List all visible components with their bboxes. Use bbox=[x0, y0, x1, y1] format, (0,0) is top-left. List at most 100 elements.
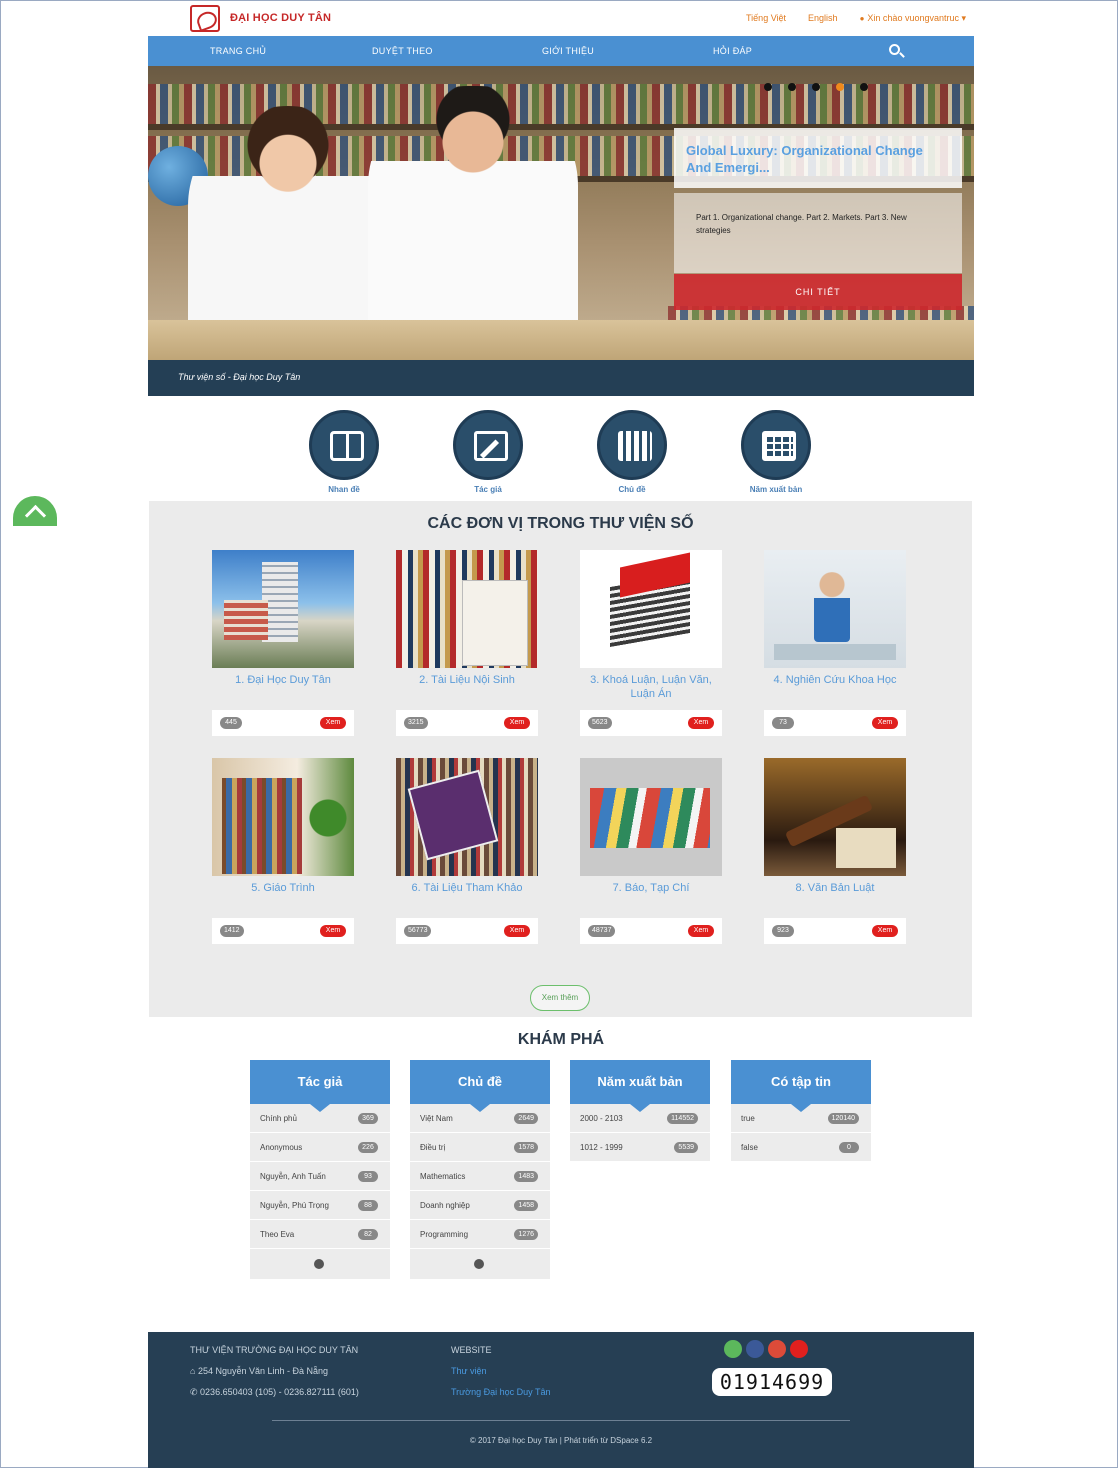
brand-name[interactable]: ĐẠI HỌC DUY TÂN bbox=[230, 12, 331, 24]
nav-faq[interactable]: HỎI ĐÁP bbox=[713, 46, 752, 56]
view-button[interactable]: Xem bbox=[320, 925, 346, 937]
calendar-icon[interactable] bbox=[741, 410, 811, 480]
plus-icon[interactable] bbox=[474, 1259, 484, 1269]
nav-browse[interactable]: DUYỆT THEO bbox=[372, 46, 433, 56]
facebook-icon[interactable] bbox=[746, 1340, 764, 1358]
facet-row[interactable]: 1012 - 1999 5539 bbox=[570, 1133, 710, 1162]
google-plus-icon[interactable] bbox=[768, 1340, 786, 1358]
library-link[interactable]: Thư viện bbox=[451, 1361, 550, 1382]
unit-thumbnail[interactable] bbox=[580, 550, 722, 668]
youtube-icon[interactable] bbox=[790, 1340, 808, 1358]
detail-button[interactable]: CHI TIẾT bbox=[674, 274, 962, 310]
view-button[interactable]: Xem bbox=[504, 717, 530, 729]
unit-thumbnail[interactable] bbox=[212, 758, 354, 876]
lang-vi-link[interactable]: Tiếng Việt bbox=[746, 13, 786, 24]
unit-label[interactable]: 8. Văn Bản Luật bbox=[764, 881, 906, 911]
facet-row[interactable]: Nguyễn, Phú Trọng 88 bbox=[250, 1191, 390, 1220]
unit-card[interactable]: 8. Văn Bản Luật 923 Xem bbox=[764, 758, 906, 944]
browse-title-label[interactable]: Nhan đề bbox=[299, 485, 389, 494]
slide-title[interactable]: Global Luxury: Organizational Change And… bbox=[674, 128, 962, 188]
facet-row[interactable]: Việt Nam 2649 bbox=[410, 1104, 550, 1133]
browse-author-label[interactable]: Tác giả bbox=[443, 485, 533, 494]
facet-label[interactable]: Mathematics bbox=[420, 1172, 465, 1181]
view-button[interactable]: Xem bbox=[872, 717, 898, 729]
browse-author[interactable]: Tác giả bbox=[443, 410, 533, 494]
edit-icon[interactable] bbox=[453, 410, 523, 480]
mail-icon[interactable] bbox=[724, 1340, 742, 1358]
unit-label[interactable]: 4. Nghiên Cứu Khoa Học bbox=[764, 673, 906, 703]
unit-thumbnail[interactable] bbox=[396, 550, 538, 668]
unit-card[interactable]: 4. Nghiên Cứu Khoa Học 73 Xem bbox=[764, 550, 906, 736]
university-logo-icon[interactable] bbox=[190, 5, 220, 32]
lang-en-link[interactable]: English bbox=[808, 13, 838, 24]
unit-thumbnail[interactable] bbox=[212, 550, 354, 668]
unit-thumbnail[interactable] bbox=[764, 550, 906, 668]
browse-year-label[interactable]: Năm xuất bản bbox=[731, 485, 821, 494]
facet-row[interactable]: Doanh nghiệp 1458 bbox=[410, 1191, 550, 1220]
unit-card[interactable]: 5. Giáo Trình 1412 Xem bbox=[212, 758, 354, 944]
facet-label[interactable]: true bbox=[741, 1114, 755, 1123]
books-icon[interactable] bbox=[597, 410, 667, 480]
facet-label[interactable]: Theo Eva bbox=[260, 1230, 294, 1239]
browse-year[interactable]: Năm xuất bản bbox=[731, 410, 821, 494]
facet-label[interactable]: Anonymous bbox=[260, 1143, 302, 1152]
unit-label[interactable]: 3. Khoá Luận, Luận Văn, Luận Án bbox=[580, 673, 722, 703]
facet-title[interactable]: Chủ đề bbox=[410, 1060, 550, 1112]
browse-title[interactable]: Nhan đề bbox=[299, 410, 389, 494]
facet-row[interactable]: true 120140 bbox=[731, 1104, 871, 1133]
browse-subject[interactable]: Chủ đề bbox=[587, 410, 677, 494]
facet-label[interactable]: Doanh nghiệp bbox=[420, 1201, 470, 1210]
unit-card[interactable]: 2. Tài Liệu Nội Sinh 3215 Xem bbox=[396, 550, 538, 736]
unit-label[interactable]: 5. Giáo Trình bbox=[212, 881, 354, 911]
facet-row[interactable]: Mathematics 1483 bbox=[410, 1162, 550, 1191]
facet-row[interactable]: Nguyễn, Anh Tuấn 93 bbox=[250, 1162, 390, 1191]
unit-label[interactable]: 6. Tài Liệu Tham Khảo bbox=[396, 881, 538, 911]
slide-dot[interactable] bbox=[812, 83, 820, 91]
slide-dot[interactable] bbox=[860, 83, 868, 91]
search-icon[interactable] bbox=[889, 44, 900, 55]
view-button[interactable]: Xem bbox=[872, 925, 898, 937]
unit-thumbnail[interactable] bbox=[396, 758, 538, 876]
unit-label[interactable]: 1. Đại Học Duy Tân bbox=[212, 673, 354, 703]
facet-title[interactable]: Tác giả bbox=[250, 1060, 390, 1112]
unit-label[interactable]: 7. Báo, Tạp Chí bbox=[580, 881, 722, 911]
slide-dot[interactable] bbox=[788, 83, 796, 91]
view-button[interactable]: Xem bbox=[320, 717, 346, 729]
facet-title[interactable]: Có tập tin bbox=[731, 1060, 871, 1112]
unit-card[interactable]: 6. Tài Liệu Tham Khảo 56773 Xem bbox=[396, 758, 538, 944]
view-button[interactable]: Xem bbox=[504, 925, 530, 937]
unit-thumbnail[interactable] bbox=[580, 758, 722, 876]
view-button[interactable]: Xem bbox=[688, 717, 714, 729]
facet-label[interactable]: Programming bbox=[420, 1230, 468, 1239]
facet-row[interactable]: Điều trị 1578 bbox=[410, 1133, 550, 1162]
facet-label[interactable]: Việt Nam bbox=[420, 1114, 453, 1123]
view-button[interactable]: Xem bbox=[688, 925, 714, 937]
facet-row[interactable]: 2000 - 2103 114552 bbox=[570, 1104, 710, 1133]
facet-label[interactable]: 1012 - 1999 bbox=[580, 1143, 623, 1152]
unit-thumbnail[interactable] bbox=[764, 758, 906, 876]
browse-subject-label[interactable]: Chủ đề bbox=[587, 485, 677, 494]
nav-home[interactable]: TRANG CHỦ bbox=[210, 46, 266, 56]
unit-card[interactable]: 1. Đại Học Duy Tân 445 Xem bbox=[212, 550, 354, 736]
facet-label[interactable]: Nguyễn, Anh Tuấn bbox=[260, 1172, 326, 1181]
unit-card[interactable]: 3. Khoá Luận, Luận Văn, Luận Án 5623 Xem bbox=[580, 550, 722, 736]
facet-row[interactable]: false 0 bbox=[731, 1133, 871, 1162]
book-icon[interactable] bbox=[309, 410, 379, 480]
facet-row[interactable]: Programming 1276 bbox=[410, 1220, 550, 1249]
see-more-button[interactable]: Xem thêm bbox=[530, 985, 590, 1011]
facet-label[interactable]: 2000 - 2103 bbox=[580, 1114, 623, 1123]
unit-label[interactable]: 2. Tài Liệu Nội Sinh bbox=[396, 673, 538, 703]
user-menu[interactable]: Xin chào vuongvantruc ▾ bbox=[860, 13, 966, 24]
plus-icon[interactable] bbox=[314, 1259, 324, 1269]
university-link[interactable]: Trường Đại học Duy Tân bbox=[451, 1382, 550, 1403]
unit-card[interactable]: 7. Báo, Tạp Chí 48737 Xem bbox=[580, 758, 722, 944]
slide-dot[interactable] bbox=[764, 83, 772, 91]
facet-row[interactable]: Theo Eva 82 bbox=[250, 1220, 390, 1249]
nav-about[interactable]: GIỚI THIỆU bbox=[542, 46, 594, 56]
facet-row[interactable]: Chính phủ 369 bbox=[250, 1104, 390, 1133]
facet-label[interactable]: false bbox=[741, 1143, 758, 1152]
facet-title[interactable]: Năm xuất bản bbox=[570, 1060, 710, 1112]
facet-label[interactable]: Nguyễn, Phú Trọng bbox=[260, 1201, 329, 1210]
slide-dot-active[interactable] bbox=[836, 83, 844, 91]
facet-label[interactable]: Điều trị bbox=[420, 1143, 445, 1152]
